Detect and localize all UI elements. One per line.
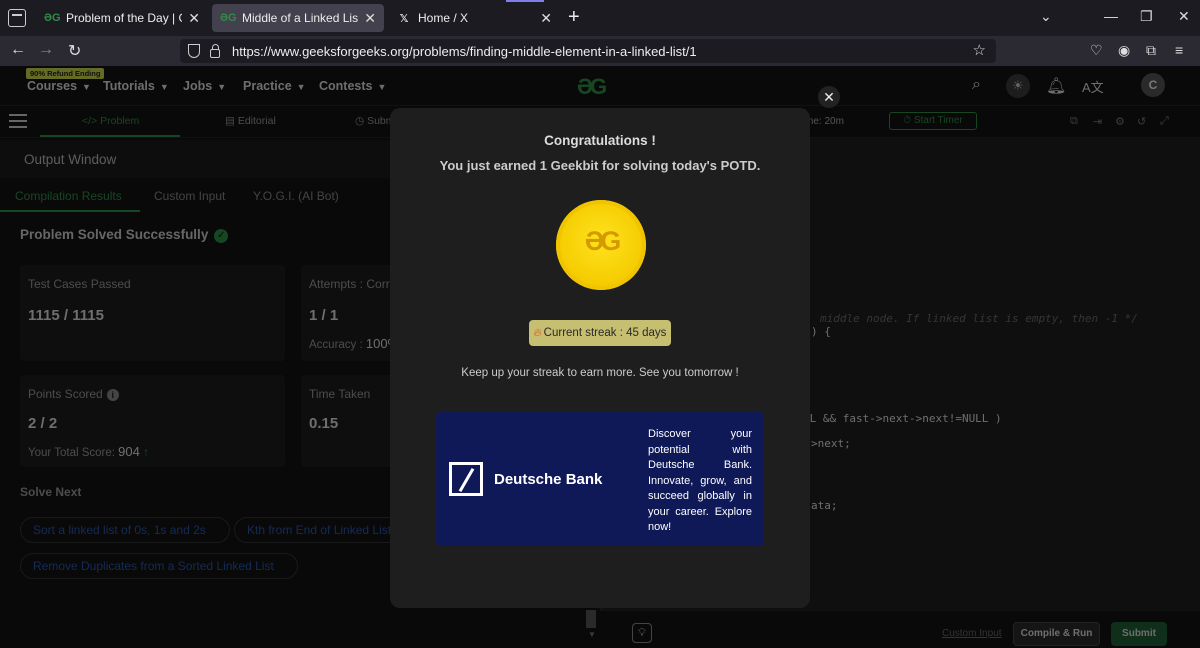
ad-text: Discover your potential with Deutsche Ba… <box>648 428 752 533</box>
url-text[interactable]: https://www.geeksforgeeks.org/problems/f… <box>232 44 697 59</box>
modal-footer-text: Keep up your streak to earn more. See yo… <box>461 367 739 379</box>
tab-title: Problem of the Day | GeeksforG <box>66 11 182 25</box>
geekbit-coin-icon: ƏG <box>556 200 646 290</box>
new-tab-icon[interactable]: + <box>568 6 580 29</box>
close-tab-icon[interactable]: ✕ <box>188 10 200 27</box>
close-window-icon[interactable]: ✕ <box>1178 8 1190 25</box>
bookmark-star-icon[interactable]: ☆ <box>973 41 986 59</box>
tab-indicator <box>506 0 544 2</box>
gfg-logo-icon: ƏG <box>584 226 622 256</box>
browser-tab-linked-list[interactable]: ƏG Middle of a Linked List | Practic ✕ <box>212 4 384 32</box>
modal-message: You just earned 1 Geekbit for solving to… <box>439 158 761 173</box>
gfg-favicon-icon: ƏG <box>220 12 237 24</box>
browser-tab-potd[interactable]: ƏG Problem of the Day | GeeksforG ✕ <box>36 4 208 32</box>
tab-list-icon[interactable] <box>8 9 26 27</box>
congratulations-modal: Congratulations ! You just earned 1 Geek… <box>390 108 810 608</box>
extensions-icon[interactable]: ⧉ <box>1146 42 1156 59</box>
tab-overflow-chevron-icon[interactable]: ⌄ <box>1040 8 1052 25</box>
close-tab-icon[interactable]: ✕ <box>364 10 376 27</box>
pocket-icon[interactable]: ♡ <box>1090 42 1103 59</box>
minimize-icon[interactable]: — <box>1104 8 1118 24</box>
account-icon[interactable]: ◉ <box>1118 42 1130 59</box>
browser-nav-bar: ← → ↻ https://www.geeksforgeeks.org/prob… <box>0 36 1200 66</box>
tab-title: Middle of a Linked List | Practic <box>242 11 359 25</box>
gfg-favicon-icon: ƏG <box>44 12 61 24</box>
tab-title: Home / X <box>418 11 469 25</box>
browser-tab-strip: ƏG Problem of the Day | GeeksforG ✕ ƏG M… <box>0 0 1200 36</box>
x-favicon-icon: 𝕏 <box>399 12 409 25</box>
lock-icon[interactable] <box>210 43 220 58</box>
reload-icon[interactable]: ↻ <box>68 41 81 61</box>
deutsche-bank-ad[interactable]: Deutsche Bank Discover your potential wi… <box>436 412 764 546</box>
forward-arrow-icon[interactable]: → <box>38 41 54 59</box>
flame-icon: 🔥︎ <box>533 327 542 339</box>
restore-icon[interactable]: ❐ <box>1140 8 1153 25</box>
back-arrow-icon[interactable]: ← <box>10 41 26 59</box>
streak-badge: 🔥︎ Current streak : 45 days <box>529 320 671 346</box>
ad-brand: Deutsche Bank <box>494 471 603 488</box>
close-modal-icon[interactable]: ✕ <box>818 86 840 108</box>
streak-text: Current streak : 45 days <box>543 327 667 339</box>
menu-icon[interactable]: ≡ <box>1175 42 1183 58</box>
modal-title: Congratulations ! <box>544 133 656 148</box>
shield-icon[interactable] <box>188 44 200 58</box>
deutsche-bank-logo-icon <box>449 462 483 496</box>
browser-tab-x[interactable]: 𝕏 Home / X ✕ <box>388 4 560 32</box>
address-bar[interactable]: https://www.geeksforgeeks.org/problems/f… <box>180 39 996 63</box>
close-tab-icon[interactable]: ✕ <box>540 10 552 27</box>
